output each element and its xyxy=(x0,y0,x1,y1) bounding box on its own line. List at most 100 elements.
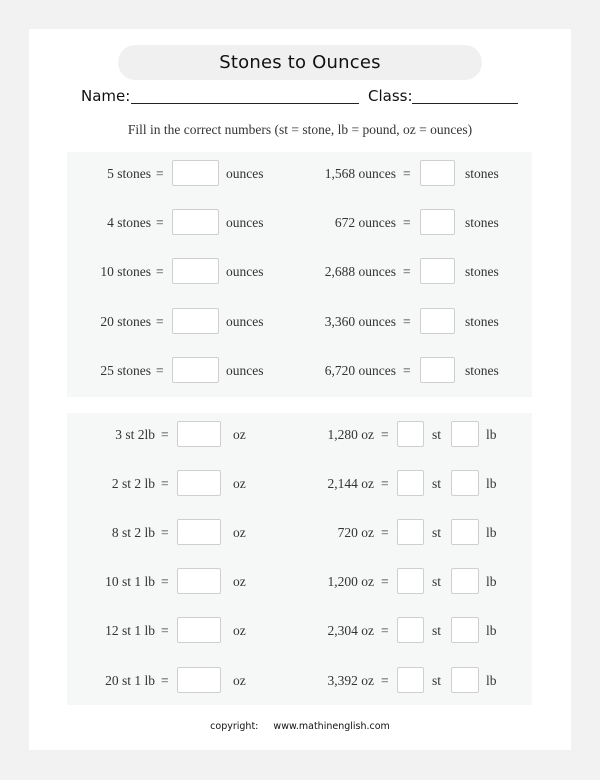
given-value: 8 st 2 lb xyxy=(111,525,155,540)
answer-box[interactable] xyxy=(420,357,455,383)
unit-label: ounces xyxy=(226,166,264,181)
name-label: Name: xyxy=(81,87,131,105)
answer-box[interactable] xyxy=(177,617,221,643)
given-value: 720 oz xyxy=(337,525,374,540)
unit-label: lb xyxy=(486,673,497,688)
answer-box[interactable] xyxy=(177,421,221,447)
equals-sign: = xyxy=(381,427,389,442)
answer-box[interactable] xyxy=(172,308,219,334)
equals-sign: = xyxy=(381,574,389,589)
given-value: 5 stones xyxy=(107,166,151,181)
unit-label: lb xyxy=(486,427,497,442)
given-value: 2,304 oz xyxy=(327,623,375,638)
copyright-site: www.mathinenglish.com xyxy=(273,721,390,732)
unit-label: ounces xyxy=(226,215,264,230)
unit-label: lb xyxy=(486,574,497,589)
equals-sign: = xyxy=(156,215,164,230)
problem-row: 5 stones = ounces 1,568 ounces = stones xyxy=(67,160,532,188)
problem-row: 3 st 2lb = oz 1,280 oz = st lb xyxy=(67,421,532,449)
given-value: 1,200 oz xyxy=(327,574,375,589)
given-value: 3,360 ounces xyxy=(324,314,396,329)
given-value: 3,392 oz xyxy=(327,673,375,688)
stones-answer-box[interactable] xyxy=(397,470,424,496)
section-stones-pounds-ounces: 3 st 2lb = oz 1,280 oz = st lb 2 st 2 lb… xyxy=(67,413,532,705)
given-value: 20 stones xyxy=(100,314,151,329)
stones-answer-box[interactable] xyxy=(397,617,424,643)
problem-row: 10 stones = ounces 2,688 ounces = stones xyxy=(67,258,532,286)
given-value: 2,144 oz xyxy=(327,476,375,491)
equals-sign: = xyxy=(403,264,411,279)
answer-box[interactable] xyxy=(420,209,455,235)
class-label: Class: xyxy=(368,87,413,105)
unit-label: lb xyxy=(486,476,497,491)
copyright-label: copyright: xyxy=(210,721,259,732)
stones-answer-box[interactable] xyxy=(397,421,424,447)
answer-box[interactable] xyxy=(177,519,221,545)
pounds-answer-box[interactable] xyxy=(451,617,479,643)
unit-label: ounces xyxy=(226,314,264,329)
given-value: 2 st 2 lb xyxy=(111,476,155,491)
class-field-line[interactable] xyxy=(412,103,518,104)
answer-box[interactable] xyxy=(420,258,455,284)
answer-box[interactable] xyxy=(172,160,219,186)
equals-sign: = xyxy=(403,363,411,378)
answer-box[interactable] xyxy=(177,568,221,594)
unit-label: st xyxy=(432,525,442,540)
unit-label: ounces xyxy=(226,363,264,378)
equals-sign: = xyxy=(381,623,389,638)
pounds-answer-box[interactable] xyxy=(451,568,479,594)
unit-label: st xyxy=(432,574,442,589)
problem-row: 12 st 1 lb = oz 2,304 oz = st lb xyxy=(67,617,532,645)
stones-answer-box[interactable] xyxy=(397,667,424,693)
equals-sign: = xyxy=(403,314,411,329)
name-field-line[interactable] xyxy=(131,103,359,104)
unit-label: oz xyxy=(233,427,246,442)
problem-row: 8 st 2 lb = oz 720 oz = st lb xyxy=(67,519,532,547)
worksheet-title: Stones to Ounces xyxy=(118,45,482,80)
unit-label: lb xyxy=(486,525,497,540)
pounds-answer-box[interactable] xyxy=(451,421,479,447)
instructions: Fill in the correct numbers (st = stone,… xyxy=(127,122,473,137)
stones-answer-box[interactable] xyxy=(397,519,424,545)
equals-sign: = xyxy=(381,673,389,688)
unit-label: st xyxy=(432,427,442,442)
problem-row: 2 st 2 lb = oz 2,144 oz = st lb xyxy=(67,470,532,498)
answer-box[interactable] xyxy=(172,258,219,284)
answer-box[interactable] xyxy=(420,160,455,186)
copyright-footer: copyright: www.mathinenglish.com xyxy=(29,721,571,732)
unit-label: stones xyxy=(465,264,499,279)
pounds-answer-box[interactable] xyxy=(451,470,479,496)
equals-sign: = xyxy=(381,525,389,540)
problem-row: 25 stones = ounces 6,720 ounces = stones xyxy=(67,357,532,385)
stones-answer-box[interactable] xyxy=(397,568,424,594)
worksheet-page: Stones to Ounces Name: Class: Fill in th… xyxy=(29,29,571,750)
equals-sign: = xyxy=(403,166,411,181)
answer-box[interactable] xyxy=(172,209,219,235)
name-class-row: Name: Class: xyxy=(81,87,521,109)
problem-row: 4 stones = ounces 672 ounces = stones xyxy=(67,209,532,237)
answer-box[interactable] xyxy=(177,667,221,693)
equals-sign: = xyxy=(156,363,164,378)
equals-sign: = xyxy=(161,574,169,589)
given-value: 1,568 ounces xyxy=(324,166,396,181)
problem-row: 10 st 1 lb = oz 1,200 oz = st lb xyxy=(67,568,532,596)
unit-label: oz xyxy=(233,673,246,688)
equals-sign: = xyxy=(156,166,164,181)
equals-sign: = xyxy=(161,623,169,638)
given-value: 10 st 1 lb xyxy=(105,574,155,589)
given-value: 3 st 2lb xyxy=(115,427,155,442)
equals-sign: = xyxy=(156,264,164,279)
equals-sign: = xyxy=(161,525,169,540)
pounds-answer-box[interactable] xyxy=(451,519,479,545)
unit-label: oz xyxy=(233,525,246,540)
given-value: 1,280 oz xyxy=(327,427,375,442)
section-stones-ounces: 5 stones = ounces 1,568 ounces = stones … xyxy=(67,152,532,397)
unit-label: lb xyxy=(486,623,497,638)
answer-box[interactable] xyxy=(177,470,221,496)
answer-box[interactable] xyxy=(172,357,219,383)
answer-box[interactable] xyxy=(420,308,455,334)
problem-row: 20 st 1 lb = oz 3,392 oz = st lb xyxy=(67,667,532,695)
unit-label: stones xyxy=(465,166,499,181)
pounds-answer-box[interactable] xyxy=(451,667,479,693)
unit-label: st xyxy=(432,673,442,688)
